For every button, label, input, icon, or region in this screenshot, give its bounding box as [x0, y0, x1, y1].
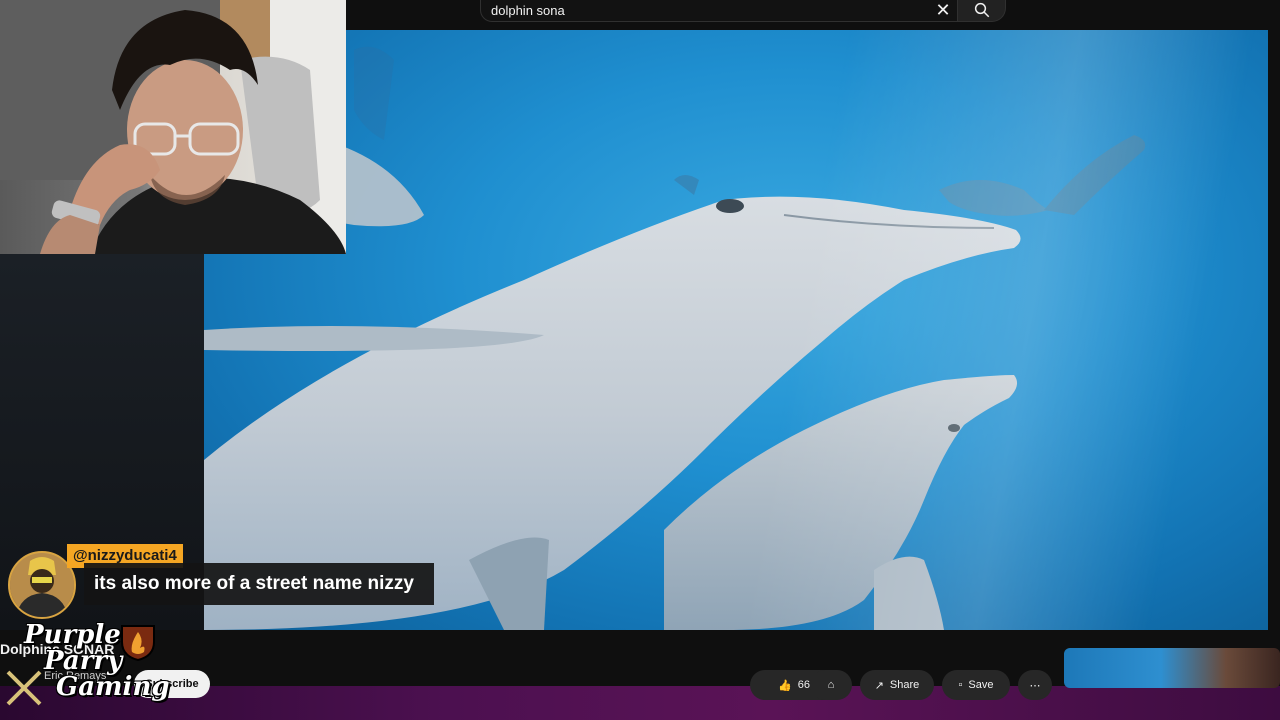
more-button[interactable]: ⋯	[1018, 670, 1052, 700]
search-button[interactable]	[958, 0, 1006, 22]
distant-dolphins	[354, 46, 1146, 216]
save-icon: ▫	[958, 679, 963, 691]
more-icon: ⋯	[1029, 679, 1041, 692]
search-input[interactable]	[481, 0, 929, 18]
thumbs-up-icon: 👍	[778, 679, 792, 692]
close-icon[interactable]: ✕	[929, 0, 957, 22]
dolphin-second	[664, 375, 1018, 630]
search-box[interactable]: ✕	[480, 0, 958, 22]
chat-avatar	[8, 551, 76, 619]
crossed-swords-icon	[6, 670, 42, 706]
avatar-image	[10, 553, 74, 617]
like-count: 66	[797, 679, 810, 691]
share-icon: ↗	[874, 679, 884, 692]
webcam-overlay	[0, 0, 346, 254]
save-button[interactable]: ▫ Save	[942, 670, 1010, 700]
stream-layout: ✕	[0, 0, 1280, 720]
logo-line3: Gaming	[56, 672, 170, 702]
thumbs-down-icon: ⌂	[827, 679, 835, 691]
shield-icon	[121, 625, 155, 662]
share-button[interactable]: ↗ Share	[860, 670, 934, 700]
streamer-webcam	[0, 0, 346, 254]
video-player[interactable]	[204, 30, 1268, 630]
dislike-button[interactable]: ⌂	[810, 670, 852, 700]
next-video-thumbnail[interactable]	[1064, 648, 1280, 688]
video-right-edge	[1268, 30, 1280, 630]
chat-message: its also more of a street name nizzy	[84, 563, 434, 605]
search-icon	[974, 2, 989, 18]
video-frame	[204, 46, 1146, 630]
save-label: Save	[968, 679, 994, 691]
share-label: Share	[889, 679, 920, 691]
channel-logo: Purple Parry Gaming	[2, 620, 170, 716]
